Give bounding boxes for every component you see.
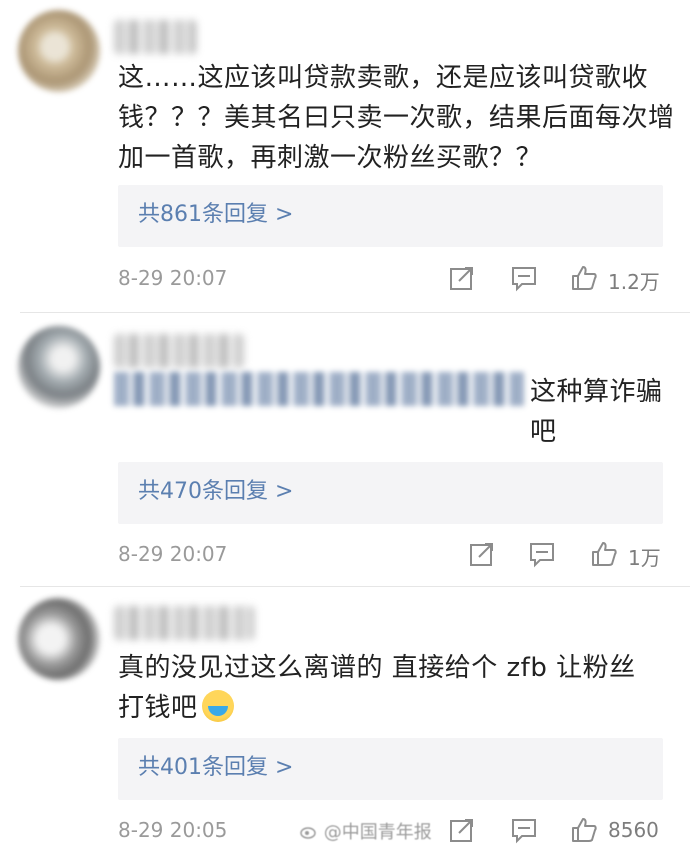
- comment-icon[interactable]: [510, 816, 538, 844]
- like-count: 8560: [608, 818, 659, 842]
- mention-blurred[interactable]: [114, 372, 524, 406]
- source-watermark: @中国青年报: [300, 818, 432, 844]
- avatar[interactable]: [18, 598, 100, 680]
- comment-text: 真的没见过这么离谱的 直接给个 zfb 让粉丝打钱吧: [118, 648, 658, 728]
- share-icon[interactable]: [468, 540, 496, 568]
- replies-link[interactable]: 共401条回复 >: [118, 738, 663, 800]
- replies-count: 共470条回复 >: [138, 479, 294, 504]
- divider: [20, 312, 690, 313]
- like-count: 1万: [628, 546, 661, 570]
- avatar[interactable]: [18, 10, 100, 92]
- replies-link[interactable]: 共861条回复 >: [118, 185, 663, 247]
- like-icon[interactable]: [570, 264, 598, 292]
- divider: [20, 586, 690, 587]
- comment-icon[interactable]: [528, 540, 556, 568]
- replies-count: 共861条回复 >: [138, 202, 294, 227]
- comment-meta: 8-29 20:07 1万: [118, 538, 670, 574]
- comment-icon[interactable]: [510, 264, 538, 292]
- like-icon[interactable]: [570, 816, 598, 844]
- comment-text: 这种算诈骗吧: [530, 377, 663, 447]
- avatar[interactable]: [18, 326, 100, 408]
- watermark-text: @中国青年报: [323, 822, 432, 843]
- like-count: 1.2万: [608, 270, 660, 294]
- timestamp: 8-29 20:07: [118, 266, 228, 290]
- share-icon[interactable]: [448, 816, 476, 844]
- comment-text-body: 真的没见过这么离谱的 直接给个 zfb 让粉丝打钱吧: [118, 653, 636, 723]
- comment-meta: 8-29 20:07 1.2万: [118, 262, 670, 298]
- crying-emoji: [201, 690, 234, 722]
- share-icon[interactable]: [448, 264, 476, 292]
- replies-link[interactable]: 共470条回复 >: [118, 462, 663, 524]
- like-icon[interactable]: [590, 540, 618, 568]
- timestamp: 8-29 20:05: [118, 818, 228, 842]
- username-blurred[interactable]: [114, 334, 244, 368]
- timestamp: 8-29 20:07: [118, 542, 228, 566]
- replies-count: 共401条回复 >: [138, 755, 294, 780]
- comment-text: 这……这应该叫贷款卖歌，还是应该叫贷歌收钱？？？美其名曰只卖一次歌，结果后面每次…: [118, 63, 675, 173]
- weibo-icon: [300, 827, 316, 839]
- username-blurred[interactable]: [114, 20, 196, 54]
- username-blurred[interactable]: [114, 606, 254, 640]
